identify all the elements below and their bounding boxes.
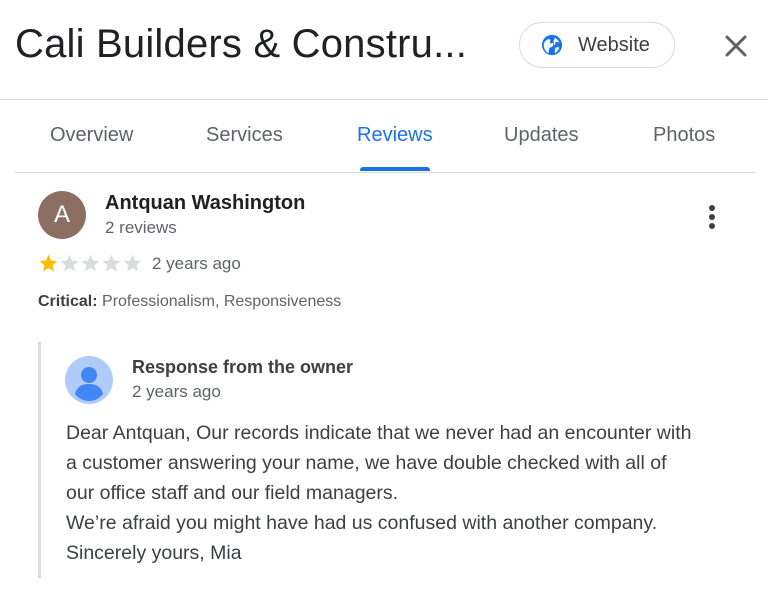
owner-response-text: Dear Antquan, Our records indicate that … xyxy=(66,418,746,568)
critical-aspects: Critical: Professionalism, Responsivenes… xyxy=(38,293,341,311)
close-icon[interactable] xyxy=(722,32,750,60)
response-line: a customer answering your name, we have … xyxy=(66,452,667,474)
owner-response-time: 2 years ago xyxy=(132,382,221,401)
place-header: Cali Builders & Constru... Website xyxy=(0,0,768,100)
response-line: We’re afraid you might have had us confu… xyxy=(66,512,658,534)
response-line: Dear Antquan, Our records indicate that … xyxy=(66,422,692,444)
globe-icon xyxy=(541,34,563,56)
more-options-icon[interactable] xyxy=(705,204,719,230)
place-title: Cali Builders & Constru... xyxy=(15,22,468,66)
avatar[interactable]: A xyxy=(38,191,86,239)
reviewer-name[interactable]: Antquan Washington xyxy=(105,192,305,215)
review-time: 2 years ago xyxy=(152,254,241,273)
star-empty-icon xyxy=(81,254,100,272)
star-filled-icon xyxy=(39,254,58,272)
website-button-label: Website xyxy=(578,34,650,56)
tab-bar: Overview Services Reviews Updates Photos xyxy=(15,100,755,172)
tab-updates[interactable]: Updates xyxy=(504,124,579,147)
critical-value: Professionalism, Responsiveness xyxy=(102,293,342,310)
critical-label: Critical: xyxy=(38,293,98,310)
active-tab-indicator xyxy=(360,167,430,171)
review-count: 2 reviews xyxy=(105,218,177,237)
response-quote-bar xyxy=(38,342,41,578)
response-line: Sincerely yours, Mia xyxy=(66,542,242,564)
owner-avatar-icon xyxy=(65,356,113,404)
tab-photos[interactable]: Photos xyxy=(653,124,715,147)
response-line: our office staff and our field managers. xyxy=(66,482,399,504)
tab-overview[interactable]: Overview xyxy=(50,124,133,147)
star-empty-icon xyxy=(102,254,121,272)
star-rating xyxy=(38,253,143,275)
owner-response-title: Response from the owner xyxy=(132,357,354,377)
website-button[interactable]: Website xyxy=(519,22,675,68)
star-empty-icon xyxy=(123,254,142,272)
tab-reviews[interactable]: Reviews xyxy=(357,124,433,147)
star-empty-icon xyxy=(60,254,79,272)
tab-services[interactable]: Services xyxy=(206,124,283,147)
tabs-divider xyxy=(15,172,755,173)
